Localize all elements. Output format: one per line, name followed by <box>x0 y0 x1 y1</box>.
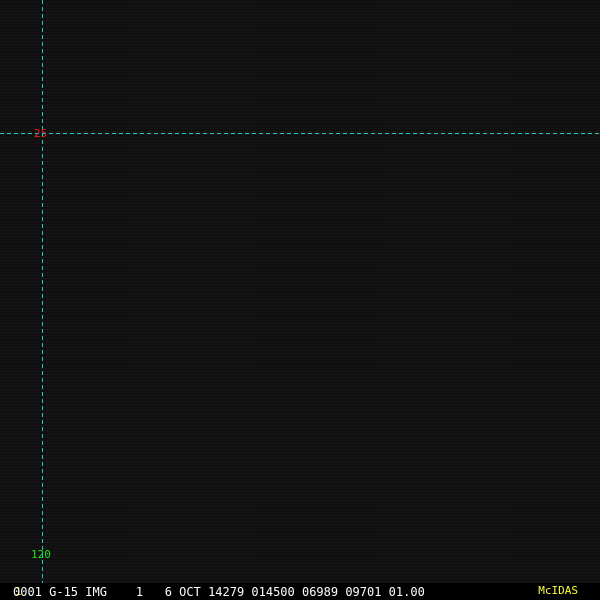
satellite-image-frame: 25 120 1 0001 G-15 IMG 1 6 OCT 14279 014… <box>0 0 600 600</box>
longitude-label: 120 <box>31 548 51 561</box>
map-grid-overlay <box>0 0 600 583</box>
status-bar: 1 0001 G-15 IMG 1 6 OCT 14279 014500 069… <box>0 583 600 600</box>
latitude-label: 25 <box>34 127 48 140</box>
mcidas-brand-label: McIDAS <box>538 584 578 597</box>
image-info-text: 0001 G-15 IMG 1 6 OCT 14279 014500 06989… <box>13 584 425 599</box>
